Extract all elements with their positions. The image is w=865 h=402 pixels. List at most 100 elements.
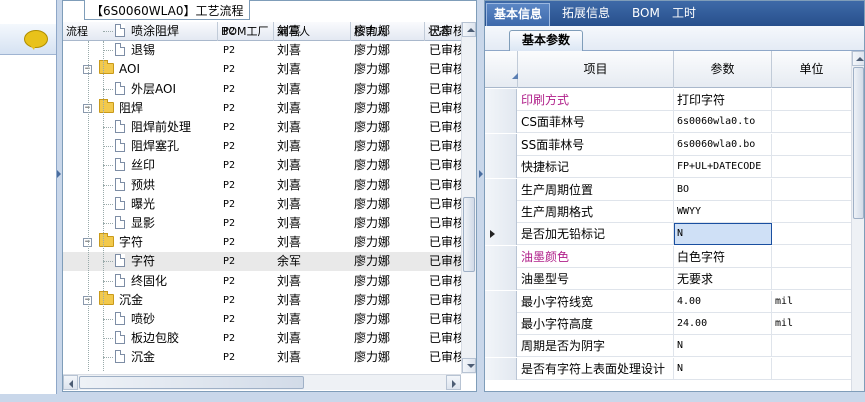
tree-leaf-row[interactable]: 沉金 P2 刘喜 廖力娜 已审核 <box>63 348 463 367</box>
row-header[interactable] <box>485 313 517 335</box>
scroll-right-button[interactable] <box>446 375 461 390</box>
row-header[interactable] <box>485 245 517 268</box>
tree-node-label: 沉金 <box>119 292 144 307</box>
scroll-down-button[interactable] <box>462 358 476 373</box>
tree-connector <box>103 184 113 186</box>
tree-leaf-row[interactable]: 丝印 P2 刘喜 廖力娜 已审核 <box>63 156 463 175</box>
tree-cell-plant: P2 <box>223 275 236 287</box>
tree-cell-plant: P2 <box>223 141 236 153</box>
row-header[interactable] <box>485 156 517 179</box>
row-header[interactable] <box>485 223 517 246</box>
tree-group-row[interactable]: −字符 P2 刘喜 廖力娜 已审核 <box>63 233 463 252</box>
param-row[interactable]: 生产周期位置 BO <box>485 178 851 201</box>
row-header[interactable] <box>485 201 517 223</box>
param-value-cell[interactable]: FP+UL+DATECODE <box>674 156 772 179</box>
tree-leaf-row[interactable]: 板边包胶 P2 刘喜 廖力娜 已审核 <box>63 329 463 348</box>
param-value-cell[interactable]: 白色字符 <box>674 245 772 268</box>
speech-bubble-icon[interactable] <box>24 30 48 50</box>
param-value-cell[interactable]: 6s0060wla0.to <box>674 111 772 134</box>
param-value-cell[interactable]: 24.00 <box>674 313 772 335</box>
grid-scroll-thumb[interactable] <box>853 67 864 219</box>
param-row[interactable]: 快捷标记 FP+UL+DATECODE <box>485 156 851 179</box>
row-header[interactable] <box>485 268 517 291</box>
grid-col-unit[interactable]: 单位 <box>772 51 851 88</box>
param-value-cell[interactable]: BO <box>674 178 772 201</box>
tree-group-row[interactable]: −AOI P2 刘喜 廖力娜 已审核 <box>63 60 463 79</box>
tree-leaf-row[interactable]: 字符 P2 余军 廖力娜 已审核 <box>63 252 463 272</box>
param-unit-cell <box>772 89 851 111</box>
grid-scroll-up-button[interactable] <box>852 51 864 66</box>
param-value-cell[interactable]: 6s0060wla0.bo <box>674 133 772 156</box>
tab-work-hours[interactable]: 工时 <box>665 3 703 26</box>
param-row[interactable]: 油墨型号 无要求 <box>485 268 851 291</box>
row-header[interactable] <box>485 89 517 111</box>
tree-leaf-row[interactable]: 阻焊前处理 P2 刘喜 廖力娜 已审核 <box>63 118 463 137</box>
param-row[interactable]: 印刷方式 打印字符 <box>485 89 851 111</box>
param-row[interactable]: 最小字符线宽 4.00 mil <box>485 290 851 313</box>
tree-leaf-row[interactable]: 退锡 P2 刘喜 廖力娜 已审核 <box>63 41 463 60</box>
tree-leaf-row[interactable]: 阻焊塞孔 P2 刘喜 廖力娜 已审核 <box>63 137 463 156</box>
param-value-cell[interactable]: 打印字符 <box>674 89 772 111</box>
tree-leaf-row[interactable]: 显影 P2 刘喜 廖力娜 已审核 <box>63 214 463 233</box>
tree-leaf-row[interactable]: 喷涂阻焊 P2 刘喜 廖力娜 已审核 <box>63 22 463 41</box>
tree-hscroll-thumb[interactable] <box>79 376 304 389</box>
tree-horizontal-scrollbar[interactable] <box>63 374 461 390</box>
tab-bom[interactable]: BOM <box>625 3 667 26</box>
tree-vertical-scrollbar[interactable] <box>461 22 476 374</box>
row-header[interactable] <box>485 111 517 134</box>
grid-col-item[interactable]: 项目 <box>518 51 674 88</box>
tree-panel-title: 【6S0060WLA0】工艺流程 <box>84 0 251 20</box>
param-value-cell[interactable]: 无要求 <box>674 268 772 291</box>
tree-cell-writer: 刘喜 <box>277 196 302 211</box>
param-row[interactable]: 是否加无铅标记 N <box>485 223 851 246</box>
row-header[interactable] <box>485 133 517 156</box>
tree-cell-process: 沉金 <box>63 348 218 367</box>
tree-leaf-row[interactable]: 曝光 P2 刘喜 廖力娜 已审核 <box>63 195 463 214</box>
middle-splitter[interactable] <box>478 0 483 394</box>
param-value-cell[interactable]: N <box>674 335 772 358</box>
tree-scroll-thumb[interactable] <box>463 197 475 272</box>
param-row[interactable]: 周期是否为阴字 N <box>485 335 851 358</box>
tree-cell-plant: P2 <box>223 122 236 133</box>
param-value-cell[interactable]: N <box>674 357 772 380</box>
param-row[interactable]: 最小字符高度 24.00 mil <box>485 313 851 335</box>
row-header[interactable] <box>485 357 517 380</box>
tree-leaf-row[interactable]: 终固化 P2 刘喜 廖力娜 已审核 <box>63 272 463 291</box>
tree-cell-process: 外层AOI <box>63 80 218 99</box>
param-row[interactable]: CS面菲林号 6s0060wla0.to <box>485 111 851 134</box>
tree-cell-status: 已审核 <box>429 43 461 58</box>
row-header[interactable] <box>485 178 517 201</box>
param-row[interactable]: 是否有字符上表面处理设计 N <box>485 357 851 380</box>
param-value-cell[interactable]: N <box>674 223 772 246</box>
tree-leaf-row[interactable]: 预烘 P2 刘喜 廖力娜 已审核 <box>63 176 463 195</box>
folder-icon <box>99 60 114 75</box>
tree-group-row[interactable]: −阻焊 P2 刘喜 廖力娜 已审核 <box>63 98 463 118</box>
tree-leaf-row[interactable]: 喷砂 P2 刘喜 廖力娜 已审核 <box>63 310 463 329</box>
tab-extended-info[interactable]: 拓展信息 <box>555 3 617 26</box>
status-strip <box>0 394 865 402</box>
tree-cell-status: 已审核 <box>429 273 461 288</box>
tree-cell-plant: P2 <box>223 333 236 345</box>
tree-cell-plant: P2 <box>223 294 236 306</box>
tree-cell-writer: 刘喜 <box>277 273 302 288</box>
grid-col-value[interactable]: 参数 <box>674 51 772 88</box>
tree-cell-status: 已审核 <box>429 196 461 211</box>
tree-cell-writer: 刘喜 <box>277 43 302 58</box>
subtab-basic-params[interactable]: 基本参数 <box>509 30 584 51</box>
param-value-cell[interactable]: 4.00 <box>674 290 772 313</box>
tab-basic-info[interactable]: 基本信息 <box>486 3 551 26</box>
param-row[interactable]: SS面菲林号 6s0060wla0.bo <box>485 133 851 156</box>
row-header[interactable] <box>485 290 517 313</box>
param-row[interactable]: 生产周期格式 WWYY <box>485 201 851 223</box>
param-row[interactable]: 油墨颜色 白色字符 <box>485 245 851 268</box>
grid-vertical-scrollbar[interactable] <box>851 51 864 391</box>
param-grid-header: 项目 参数 单位 <box>485 51 851 88</box>
param-value-cell[interactable]: WWYY <box>674 201 772 223</box>
tree-leaf-row[interactable]: 外层AOI P2 刘喜 廖力娜 已审核 <box>63 80 463 99</box>
tree-group-row[interactable]: −沉金 P2 刘喜 廖力娜 已审核 <box>63 290 463 310</box>
tree-cell-process: − 阻焊 <box>63 98 218 118</box>
tree-cell-status: 已审核 <box>429 331 461 346</box>
row-header[interactable] <box>485 335 517 358</box>
scroll-up-button[interactable] <box>462 22 476 37</box>
scroll-left-button[interactable] <box>63 375 78 390</box>
